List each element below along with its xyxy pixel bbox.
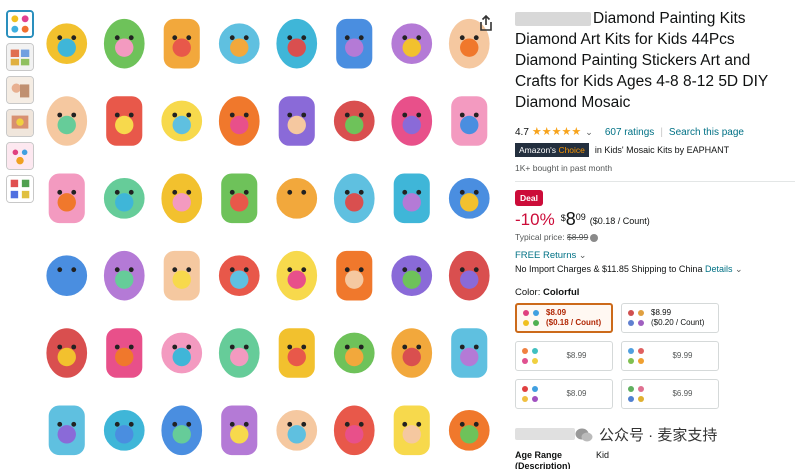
sticker-13	[275, 93, 318, 149]
sticker-23	[390, 170, 433, 227]
free-returns-link[interactable]: FREE Returns ⌄	[515, 250, 795, 261]
sticker-26	[100, 247, 148, 304]
price-row: -10% $ 8 09 ($0.18 / Count)	[515, 210, 795, 230]
sticker-1	[43, 20, 91, 68]
sticker-2	[100, 15, 148, 72]
sticker-44	[218, 402, 261, 459]
price-fraction: 09	[575, 212, 586, 222]
sticker-41	[45, 402, 88, 459]
sticker-6	[333, 15, 376, 72]
sticker-36	[215, 325, 263, 381]
sticker-29	[273, 247, 321, 304]
sticker-7	[388, 20, 436, 68]
color-option-5[interactable]: $8.09	[515, 379, 613, 409]
sticker-32	[445, 247, 493, 304]
choice-category[interactable]: in Kids' Mosaic Kits by EAPHANT	[595, 145, 729, 155]
ratings-count-link[interactable]: 607 ratings	[605, 127, 654, 138]
product-main-image[interactable]	[38, 5, 498, 469]
thumbnail-6[interactable]	[6, 175, 34, 203]
sticker-24	[445, 174, 493, 222]
sticker-28	[215, 252, 263, 300]
color-option-2[interactable]: $8.99 ($0.20 / Count)	[621, 303, 719, 333]
search-this-page-link[interactable]: Search this page	[669, 127, 744, 138]
share-icon[interactable]	[478, 14, 494, 32]
discount-percent: -10%	[515, 210, 555, 229]
star-rating-icon[interactable]: ★ ★ ★ ★ ★	[532, 127, 581, 138]
sticker-21	[273, 174, 321, 222]
sticker-31	[388, 252, 436, 300]
sticker-15	[388, 93, 436, 149]
sticker-38	[330, 329, 378, 377]
sticker-10	[103, 93, 146, 149]
color-options: $8.09 ($0.18 / Count) $8.99 ($0.20 / Count…	[515, 303, 719, 409]
sticker-45	[273, 406, 321, 454]
sticker-43	[158, 402, 206, 459]
sticker-5	[273, 15, 321, 72]
thumbnail-3[interactable]	[6, 76, 34, 104]
color-option-1[interactable]: $8.09 ($0.18 / Count)	[515, 303, 613, 333]
sticker-37	[275, 325, 318, 381]
divider	[515, 181, 795, 182]
bought-count: 1K+ bought in past month	[515, 163, 613, 173]
price-whole: 8	[565, 209, 576, 229]
age-range-value: Kid	[596, 450, 610, 460]
thumbnail-5[interactable]	[6, 142, 34, 170]
color-option-3[interactable]: $8.99	[515, 341, 613, 371]
color-label: Color: Colorful	[515, 287, 580, 298]
price-per-unit: ($0.18 / Count)	[589, 216, 650, 226]
sticker-3	[160, 15, 203, 72]
chevron-down-icon[interactable]: ⌄	[585, 127, 593, 138]
deal-badge: Deal	[515, 190, 543, 206]
rating-row: 4.7 ★ ★ ★ ★ ★ ⌄ 607 ratings | Search this pa…	[515, 126, 744, 139]
thumbnail-1[interactable]	[6, 10, 34, 38]
typical-price: Typical price: $8.99	[515, 232, 795, 242]
sticker-33	[43, 325, 91, 381]
color-option-6[interactable]: $6.99	[621, 379, 719, 409]
watermark: 公众号 · 麦家支持	[575, 424, 717, 445]
amazons-choice-row: Amazon's Choice in Kids' Mosaic Kits by …	[515, 143, 795, 157]
sticker-18	[100, 174, 148, 222]
sticker-34	[103, 325, 146, 381]
amazons-choice-badge: Amazon's Choice	[515, 143, 589, 157]
info-icon[interactable]	[590, 233, 599, 242]
sticker-22	[330, 170, 378, 227]
sticker-9	[43, 93, 91, 149]
sticker-30	[333, 247, 376, 304]
sticker-17	[45, 170, 88, 227]
sticker-14	[330, 97, 378, 145]
thumbnail-strip	[6, 10, 34, 208]
product-title: Diamond Painting Kits Diamond Art Kits f…	[515, 10, 768, 111]
thumbnail-2[interactable]	[6, 43, 34, 71]
age-range-label: Age Range (Description)	[515, 450, 571, 469]
thumbnail-4[interactable]	[6, 109, 34, 137]
sticker-39	[388, 325, 436, 381]
sticker-25	[43, 252, 91, 300]
rating-value: 4.7	[515, 127, 529, 138]
sticker-19	[158, 170, 206, 227]
sticker-27	[160, 247, 203, 304]
sticker-20	[218, 170, 261, 227]
sticker-4	[215, 20, 263, 68]
color-option-4[interactable]: $9.99	[621, 341, 719, 371]
sticker-35	[158, 329, 206, 377]
sticker-48	[445, 406, 493, 454]
blurred-text	[515, 428, 575, 440]
sticker-42	[100, 406, 148, 454]
sticker-16	[448, 93, 491, 149]
blurred-brand	[515, 11, 591, 26]
sticker-46	[330, 402, 378, 459]
sticker-40	[448, 325, 491, 381]
sticker-47	[390, 402, 433, 459]
shipping-details-link[interactable]: Details	[705, 264, 733, 274]
wechat-icon	[575, 428, 593, 441]
sticker-12	[215, 93, 263, 149]
product-info-panel: Diamond Painting Kits Diamond Art Kits f…	[515, 8, 795, 409]
sticker-11	[158, 97, 206, 145]
shipping-info: No Import Charges & $11.85 Shipping to C…	[515, 264, 743, 274]
